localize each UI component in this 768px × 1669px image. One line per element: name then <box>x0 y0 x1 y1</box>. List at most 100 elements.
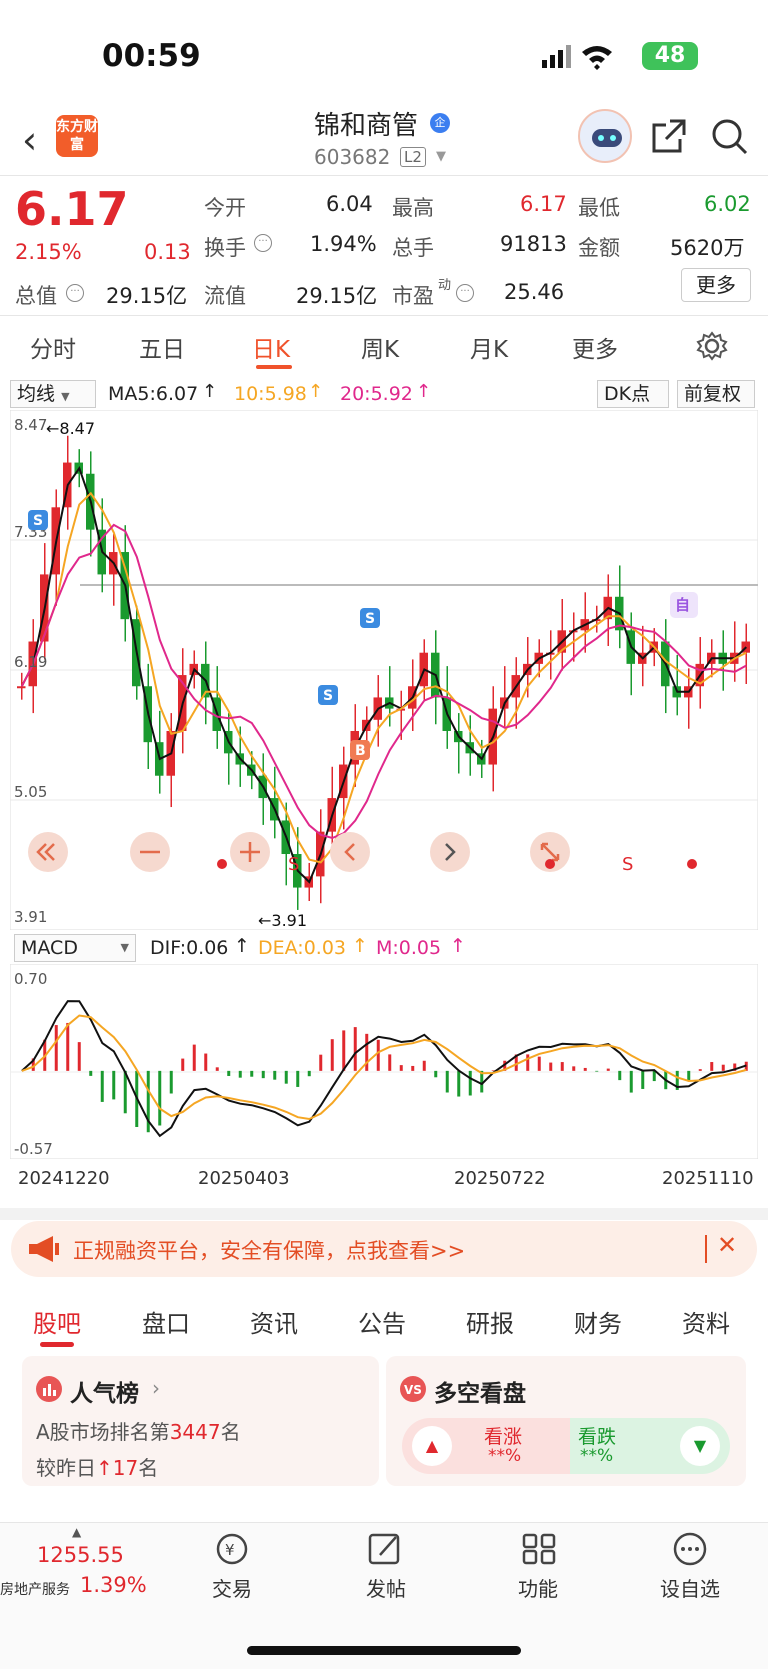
nav-trade[interactable]: 交易 <box>187 1573 277 1602</box>
candlestick-chart[interactable]: 8.47 7.33 6.19 5.05 3.91 ←8.47 ←3.91 S S… <box>10 410 758 930</box>
status-bar: 00:59 48 <box>0 0 768 110</box>
chart-toolbar: 均线 ▼ MA5:6.07 ↑ 10:5.98 ↑ 20:5.92 ↑ DK点 … <box>0 380 768 410</box>
tab-weekly-k[interactable]: 周K <box>361 330 399 364</box>
nav-add-watchlist[interactable]: 设自选 <box>645 1573 735 1602</box>
x-label: 20241220 <box>18 1168 110 1189</box>
mktcap-value: 29.15亿 <box>106 284 188 308</box>
stock-code: 603682 <box>314 145 391 169</box>
chevron-down-icon[interactable]: ▼ <box>436 149 446 164</box>
tab-announcements[interactable]: 公告 <box>358 1304 406 1339</box>
more-dots-icon[interactable] <box>670 1531 710 1567</box>
macd-min-label: -0.57 <box>14 1140 53 1158</box>
ma20-value: 20:5.92 <box>340 383 413 405</box>
arrow-up-icon: ↑ <box>202 381 218 402</box>
adjust-select[interactable]: 前复权 <box>677 380 755 408</box>
ad-banner[interactable]: 正规融资平台，安全有保障，点我查看>> ✕ <box>11 1221 757 1277</box>
macd-chart[interactable]: 0.70 -0.57 <box>10 964 758 1159</box>
candle-body <box>17 686 26 689</box>
ad-text[interactable]: 正规融资平台，安全有保障，点我查看>> <box>73 1235 465 1265</box>
vote-title: 多空看盘 <box>434 1381 526 1407</box>
tab-intraday[interactable]: 分时 <box>30 330 76 364</box>
popularity-title: 人气榜 <box>70 1381 139 1407</box>
triangle-up-icon: ▲ <box>72 1525 82 1539</box>
ranking-icon <box>36 1376 62 1402</box>
change-value: 0.13 <box>144 240 191 264</box>
ma-select[interactable]: 均线 ▼ <box>10 380 96 408</box>
grid-icon[interactable] <box>520 1531 560 1567</box>
tab-forum[interactable]: 股吧 <box>33 1304 81 1339</box>
tab-news[interactable]: 资讯 <box>250 1304 298 1339</box>
turnover-label: 换手 <box>204 236 246 260</box>
nav-functions[interactable]: 功能 <box>493 1573 583 1602</box>
high-annotation: ←8.47 <box>46 419 95 438</box>
level2-badge[interactable]: L2 <box>400 147 426 167</box>
stock-name[interactable]: 锦和商管 <box>314 105 418 142</box>
tab-profile[interactable]: 资料 <box>682 1304 730 1339</box>
sell-signal: S <box>622 854 633 875</box>
info-icon[interactable]: ··· <box>456 284 474 302</box>
ma10-value: 10:5.98 <box>234 383 307 405</box>
sell-marker: S <box>33 513 43 529</box>
ma5-value: MA5:6.07 <box>108 383 199 405</box>
x-label: 20251110 <box>662 1168 754 1189</box>
compose-icon[interactable] <box>366 1531 406 1567</box>
sell-signal: S <box>288 854 299 875</box>
active-tab-underline <box>256 365 292 369</box>
stock-header: ‹ 东方财富 锦和商管 企 603682 L2 ▼ <box>0 105 768 175</box>
info-icon[interactable]: ··· <box>254 234 272 252</box>
volume-label: 总手 <box>392 236 434 260</box>
clock: 00:59 <box>102 38 201 74</box>
dk-select[interactable]: DK点 <box>597 380 669 408</box>
change-pct: 2.15% <box>15 240 82 264</box>
assistant-avatar[interactable] <box>578 109 632 163</box>
svg-text:¥: ¥ <box>225 1541 235 1559</box>
content-tabs: 股吧 盘口 资讯 公告 研报 财务 资料 <box>0 1290 768 1350</box>
vs-icon: VS <box>400 1376 426 1402</box>
high-label: 最高 <box>392 196 434 220</box>
rank-line: A股市场排名第3447名 <box>36 1420 241 1444</box>
bear-pct: **% <box>580 1446 614 1466</box>
arrow-up-icon: ↑ <box>450 935 466 957</box>
active-tab-underline <box>40 1342 74 1347</box>
tab-daily-k[interactable]: 日K <box>252 330 290 364</box>
gear-icon[interactable] <box>696 330 728 362</box>
high-value: 6.17 <box>520 192 567 216</box>
arrow-up-icon: ↑ <box>416 381 432 402</box>
bull-button[interactable]: ▲ 看涨 **% <box>402 1418 570 1474</box>
tab-more[interactable]: 更多 <box>572 330 618 364</box>
tab-orderbook[interactable]: 盘口 <box>142 1304 190 1339</box>
open-value: 6.04 <box>326 192 373 216</box>
indicator-select[interactable]: MACD ▼ <box>14 934 136 962</box>
index-name: 房地产服务 <box>0 1582 70 1598</box>
popularity-card[interactable]: 人气榜 › A股市场排名第3447名 较昨日↑17名 <box>22 1356 379 1486</box>
tab-research[interactable]: 研报 <box>466 1304 514 1339</box>
arrow-up-icon: ↑ <box>352 935 368 957</box>
bear-button[interactable]: 看跌 **% ▼ <box>570 1418 730 1474</box>
back-icon[interactable]: ‹ <box>22 121 37 159</box>
bull-label: 看涨 <box>484 1426 523 1448</box>
arrow-up-icon: ↑ <box>308 381 324 402</box>
triangle-up-icon: ▲ <box>412 1426 452 1466</box>
x-axis-dates: 20241220 20250403 20250722 20251110 <box>0 1168 768 1192</box>
m-value: M:0.05 <box>376 937 442 959</box>
share-icon[interactable] <box>650 117 690 157</box>
low-annotation: ←3.91 <box>258 911 307 930</box>
tab-finance[interactable]: 财务 <box>574 1304 622 1339</box>
trade-icon[interactable]: ¥ <box>212 1531 252 1567</box>
search-icon[interactable] <box>710 117 750 157</box>
tab-five-day[interactable]: 五日 <box>139 330 185 364</box>
pe-value: 25.46 <box>504 280 565 304</box>
float-value: 29.15亿 <box>296 284 378 308</box>
float-label: 流值 <box>204 284 246 308</box>
close-icon[interactable]: ✕ <box>717 1231 737 1259</box>
self-select-marker: 自 <box>675 596 690 614</box>
bear-label: 看跌 <box>578 1426 617 1448</box>
index-value[interactable]: 1255.55 <box>37 1543 124 1567</box>
info-icon[interactable]: ··· <box>66 284 84 302</box>
arrow-up-icon: ↑ <box>234 935 250 957</box>
nav-post[interactable]: 发帖 <box>341 1573 431 1602</box>
macd-toolbar: MACD ▼ DIF:0.06 ↑ DEA:0.03 ↑ M:0.05 ↑ <box>0 934 768 964</box>
more-quote-button[interactable]: 更多 <box>681 268 751 302</box>
tab-monthly-k[interactable]: 月K <box>470 330 508 364</box>
rank-change-line: 较昨日↑17名 <box>36 1456 159 1480</box>
